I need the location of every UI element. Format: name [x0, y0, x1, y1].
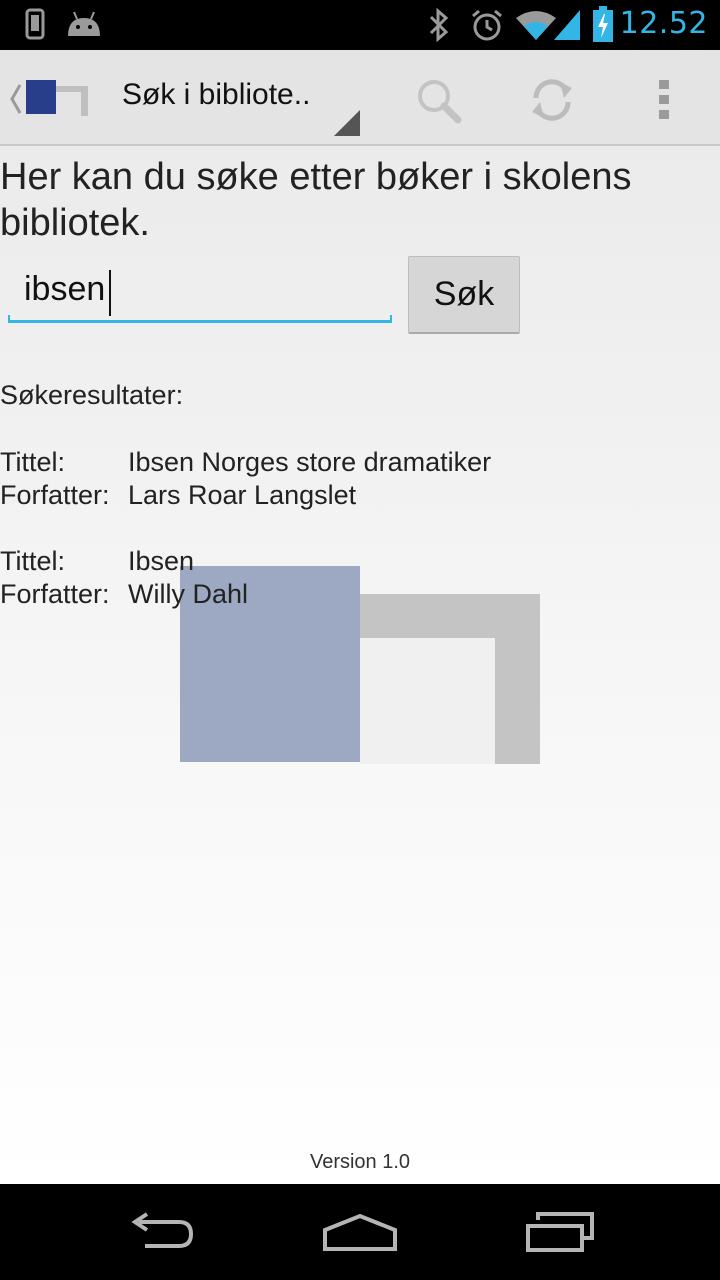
android-icon	[64, 10, 104, 43]
title-label: Tittel:	[0, 546, 66, 576]
list-item: Tittel: Ibsen Forfatter: Willy Dahl	[0, 545, 720, 611]
home-icon[interactable]	[300, 1202, 420, 1262]
overflow-menu-icon[interactable]	[634, 70, 694, 130]
spinner-arrow-icon	[334, 110, 360, 141]
screen-title-spinner[interactable]: Søk i bibliote..	[122, 78, 310, 112]
book-title: Ibsen	[128, 546, 195, 576]
text-cursor	[109, 270, 111, 316]
results-list: Tittel: Ibsen Norges store dramatiker Fo…	[0, 446, 720, 644]
status-time: 12.52	[619, 6, 708, 41]
alarm-icon	[470, 8, 504, 47]
title-label: Tittel:	[0, 447, 66, 477]
phone-icon	[24, 8, 46, 45]
book-author: Willy Dahl	[128, 579, 249, 609]
search-input[interactable]	[8, 258, 392, 328]
bluetooth-icon	[428, 7, 450, 47]
status-bar: 12.52	[0, 0, 720, 50]
results-heading: Søkeresultater:	[0, 380, 184, 410]
navigation-bar	[0, 1184, 720, 1280]
battery-charging-icon	[592, 6, 614, 47]
book-title: Ibsen Norges store dramatiker	[128, 447, 492, 477]
intro-text: Her kan du søke etter bøker i skolens bi…	[0, 156, 632, 244]
search-input-underline	[8, 315, 392, 323]
app-logo-icon[interactable]	[26, 80, 88, 121]
back-icon[interactable]	[100, 1202, 220, 1262]
recent-apps-icon[interactable]	[500, 1202, 620, 1262]
up-caret-icon[interactable]	[8, 82, 22, 121]
list-item: Tittel: Ibsen Norges store dramatiker Fo…	[0, 446, 720, 512]
signal-icon	[552, 8, 582, 47]
author-label: Forfatter:	[0, 579, 110, 609]
author-label: Forfatter:	[0, 480, 110, 510]
version-label: Version 1.0	[309, 1151, 411, 1173]
search-button[interactable]: Søk	[408, 256, 520, 334]
search-action-icon[interactable]	[408, 70, 468, 130]
refresh-icon[interactable]	[522, 70, 582, 130]
content-area: Her kan du søke etter bøker i skolens bi…	[0, 146, 720, 1184]
book-author: Lars Roar Langslet	[128, 480, 357, 510]
action-bar: Søk i bibliote..	[0, 50, 720, 146]
